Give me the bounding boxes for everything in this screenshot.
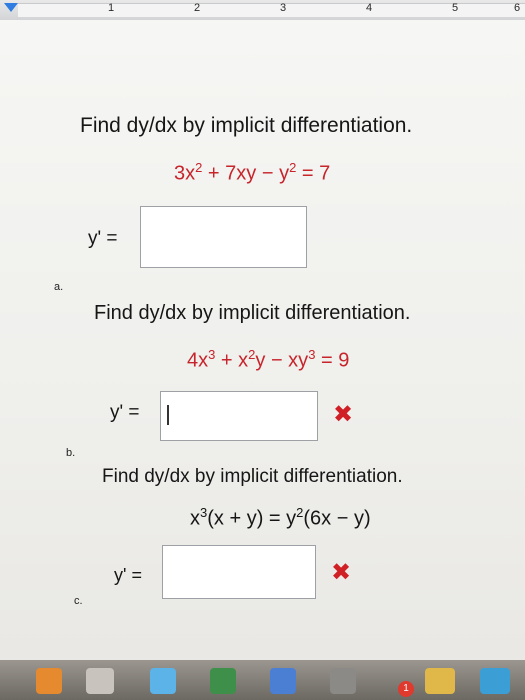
problem-c-answer-label: y' =: [114, 565, 142, 585]
problem-a-equation: 3x2 + 7xy − y2 = 7: [174, 160, 331, 185]
calendar-icon[interactable]: [86, 668, 114, 694]
problem-c-answer-input[interactable]: [162, 545, 316, 599]
part-label-a: a.: [54, 281, 64, 293]
problem-b-instruction: Find dy/dx by implicit differentiation.: [94, 302, 411, 324]
ruler-number: 2: [194, 2, 201, 14]
app-icon[interactable]: [270, 668, 296, 694]
incorrect-x-icon: ✖: [333, 401, 354, 428]
problem-b-equation: 4x3 + x2y − xy3 = 9: [187, 347, 350, 372]
app-icon[interactable]: [425, 668, 455, 694]
indent-marker-icon[interactable]: [4, 3, 18, 12]
app-icon[interactable]: [480, 668, 510, 694]
ruler-number: 3: [280, 2, 287, 14]
taskbar-dock: [0, 660, 525, 700]
document-ruler: 1 2 3 4 5 6: [0, 0, 525, 21]
notification-badge: 1: [398, 681, 414, 697]
problem-b-answer-input[interactable]: [160, 391, 318, 441]
part-label-b: b.: [66, 447, 76, 459]
app-icon[interactable]: [150, 668, 176, 694]
text-cursor: [167, 405, 169, 425]
ruler-number: 4: [366, 2, 373, 14]
app-icon[interactable]: [36, 668, 62, 694]
problem-b-answer-label: y' =: [110, 402, 140, 423]
problem-c-equation: x3(x + y) = y2(6x − y): [190, 505, 371, 530]
part-label-c: c.: [74, 595, 83, 607]
problem-a-answer-label: y' =: [88, 228, 118, 249]
ruler-number: 1: [108, 2, 115, 14]
problem-a-answer-input[interactable]: [140, 206, 307, 268]
ruler-number: 5: [452, 2, 459, 14]
problem-a-instruction: Find dy/dx by implicit differentiation.: [80, 114, 413, 137]
ruler-number: 6: [514, 2, 521, 14]
incorrect-x-icon: ✖: [331, 559, 352, 586]
problem-c-instruction: Find dy/dx by implicit differentiation.: [102, 466, 403, 487]
ruler-track: [18, 3, 525, 17]
app-icon[interactable]: [330, 668, 356, 694]
app-icon[interactable]: [210, 668, 236, 694]
